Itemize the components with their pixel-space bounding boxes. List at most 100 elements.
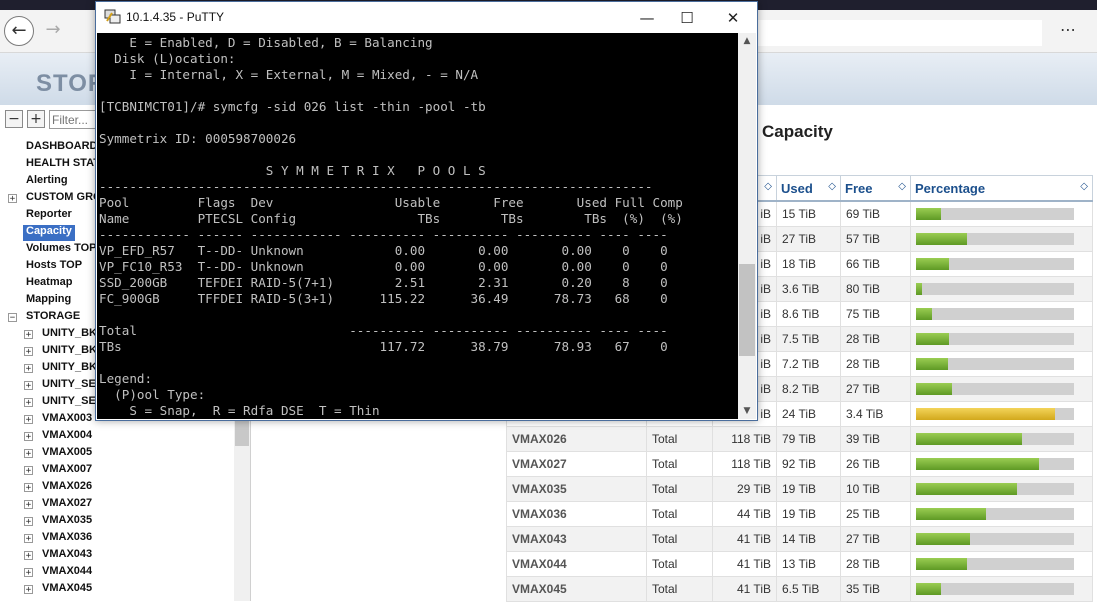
sort-icon[interactable]: ◇ [1080,181,1088,192]
cell-percentage [910,501,1093,527]
cell-total: 118 TiB [712,426,777,452]
cell-used: 79 TiB [776,426,841,452]
address-bar[interactable] [752,20,1042,46]
cell-percentage [910,200,1093,227]
tree-expand-toggle[interactable]: + [24,330,33,340]
table-row[interactable]: VMAX044 Total 41 TiB 13 TiB 28 TiB [506,551,1093,577]
sidebar-item[interactable]: VMAX043 [42,548,92,564]
sidebar-item[interactable]: UNITY_BK [42,344,97,360]
cell-free: 28 TiB [840,351,911,377]
table-row[interactable]: VMAX026 Total 118 TiB 79 TiB 39 TiB [506,426,1093,452]
sidebar-item[interactable]: HEALTH STAT [26,157,100,173]
sidebar-item[interactable]: VMAX045 [42,582,92,598]
usage-bar-fill [916,483,1018,495]
sidebar-item[interactable]: VMAX004 [42,429,92,445]
sidebar-item[interactable]: Hosts TOP [26,259,82,275]
tree-expand-toggle[interactable]: + [24,466,33,476]
tree-expand-toggle[interactable]: + [24,347,33,357]
sidebar-item[interactable]: Heatmap [26,276,72,292]
filter-input[interactable] [49,110,101,129]
sidebar-item[interactable]: Capacity [23,225,75,241]
terminal-scrollbar[interactable] [738,33,756,419]
scroll-down-icon[interactable]: ▼ [738,403,756,419]
more-options-icon[interactable]: ⋯ [1060,20,1078,39]
table-row[interactable]: VMAX027 Total 118 TiB 92 TiB 26 TiB [506,451,1093,477]
cell-name: VMAX044 [506,551,647,577]
cell-free: 57 TiB [840,226,911,252]
tree-expand-toggle[interactable]: + [24,415,33,425]
tree-expand-toggle[interactable]: + [24,517,33,527]
cell-percentage [910,376,1093,402]
scroll-up-icon[interactable]: ▲ [738,33,756,49]
sidebar-item[interactable]: STORAGE [26,310,80,326]
tree-expand-toggle[interactable]: + [24,449,33,459]
tree-expand-toggle[interactable]: + [24,432,33,442]
tree-expand-toggle[interactable]: + [24,398,33,408]
sidebar-item[interactable]: UNITY_SE [42,395,96,411]
sidebar-item[interactable]: VMAX036 [42,531,92,547]
tree-expand-toggle[interactable]: + [24,551,33,561]
sidebar-item[interactable]: Alerting [26,174,68,190]
tree-expand-toggle[interactable]: + [24,500,33,510]
minimize-icon[interactable]: — [632,6,662,30]
usage-bar [916,558,1074,570]
putty-title-bar[interactable]: 10.1.4.35 - PuTTY — ☐ ✕ [96,2,757,33]
usage-bar-fill [916,258,950,270]
putty-window[interactable]: 10.1.4.35 - PuTTY — ☐ ✕ E = Enabled, D =… [95,1,758,421]
close-icon[interactable]: ✕ [718,6,748,30]
sort-icon[interactable]: ◇ [898,181,906,192]
sort-icon[interactable]: ◇ [764,181,772,192]
putty-app-icon [104,9,121,24]
sidebar-item[interactable]: UNITY_SE [42,378,96,394]
tree-expand-toggle[interactable]: + [8,194,17,204]
tree-expand-toggle[interactable]: + [24,364,33,374]
sidebar-item[interactable]: VMAX035 [42,514,92,530]
usage-bar-fill [916,283,923,295]
sidebar-item[interactable]: Volumes TOP [26,242,97,258]
column-header-free[interactable]: Free ◇ [840,175,911,202]
collapse-all-button[interactable]: − [5,110,23,128]
table-row[interactable]: VMAX045 Total 41 TiB 6.5 TiB 35 TiB [506,576,1093,602]
cell-name: VMAX026 [506,426,647,452]
cell-percentage [910,251,1093,277]
sidebar-item[interactable]: VMAX003 [42,412,92,428]
forward-arrow-icon[interactable]: → [38,16,68,46]
sidebar-item[interactable]: UNITY_BK [42,327,97,343]
table-row[interactable]: VMAX043 Total 41 TiB 14 TiB 27 TiB [506,526,1093,552]
maximize-icon[interactable]: ☐ [672,6,702,30]
cell-used: 8.6 TiB [776,301,841,327]
sidebar-item[interactable]: DASHBOARD [26,140,98,156]
sidebar-item[interactable]: CUSTOM GRO [26,191,102,207]
table-row[interactable]: VMAX036 Total 44 TiB 19 TiB 25 TiB [506,501,1093,527]
terminal-output[interactable]: E = Enabled, D = Disabled, B = Balancing… [97,33,738,419]
tree-expand-toggle[interactable]: − [8,313,17,323]
cell-percentage [910,476,1093,502]
cell-percentage [910,226,1093,252]
terminal-scrollbar-thumb[interactable] [739,264,755,356]
tree-expand-toggle[interactable]: + [24,568,33,578]
usage-bar-fill [916,408,1056,420]
tree-expand-toggle[interactable]: + [24,483,33,493]
cell-free: 25 TiB [840,501,911,527]
tree-expand-toggle[interactable]: + [24,381,33,391]
column-header-percentage[interactable]: Percentage ◇ [910,175,1093,202]
sidebar-item[interactable]: VMAX044 [42,565,92,581]
cell-used: 6.5 TiB [776,576,841,602]
cell-free: 69 TiB [840,200,911,227]
sidebar-item[interactable]: VMAX007 [42,463,92,479]
sort-icon[interactable]: ◇ [828,181,836,192]
tree-expand-toggle[interactable]: + [24,534,33,544]
sidebar-item[interactable]: UNITY_BK [42,361,97,377]
usage-bar [916,583,1074,595]
column-header-used[interactable]: Used ◇ [776,175,841,202]
sidebar-item[interactable]: VMAX026 [42,480,92,496]
cell-used: 92 TiB [776,451,841,477]
tree-expand-toggle[interactable]: + [24,585,33,595]
back-arrow-icon[interactable]: ← [4,16,34,46]
sidebar-item[interactable]: VMAX005 [42,446,92,462]
sidebar-item[interactable]: Mapping [26,293,71,309]
table-row[interactable]: VMAX035 Total 29 TiB 19 TiB 10 TiB [506,476,1093,502]
sidebar-item[interactable]: Reporter [26,208,72,224]
expand-all-button[interactable]: + [27,110,45,128]
sidebar-item[interactable]: VMAX027 [42,497,92,513]
